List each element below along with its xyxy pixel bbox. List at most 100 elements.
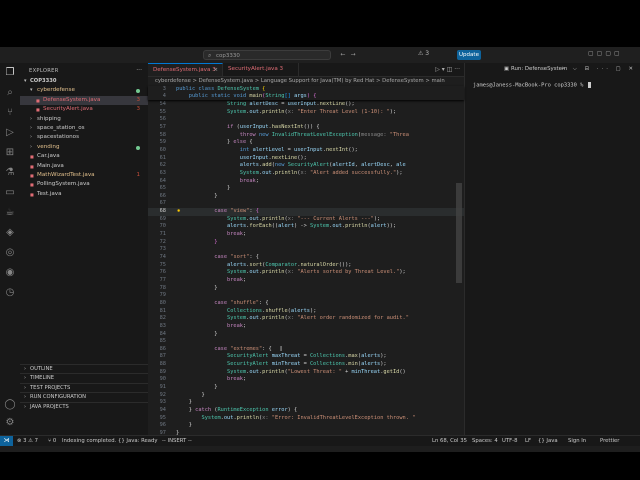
copilot-icon[interactable]: ◎ — [4, 247, 16, 259]
code-line[interactable]: 85 — [148, 338, 464, 346]
problems-indicator[interactable]: ⊗ 3 ⚠ 7 — [17, 436, 38, 446]
code-line[interactable]: 91 } — [148, 384, 464, 392]
code-line[interactable]: 66 } — [148, 193, 464, 201]
search-icon[interactable]: ⌕ — [4, 87, 16, 99]
code-line[interactable]: 78 } — [148, 285, 464, 293]
code-line[interactable]: 94 } catch (RuntimeException error) { — [148, 407, 464, 415]
command-center-search[interactable]: ⌕ cop3330 — [203, 50, 331, 60]
code-line[interactable]: 80 case "shuffle": { — [148, 300, 464, 308]
tree-file[interactable]: ■ MathWizardTest.java 1 — [20, 171, 148, 180]
tab-securityalert[interactable]: SecurityAlert.java 3 — [223, 63, 299, 76]
code-line[interactable]: 64 break; — [148, 178, 464, 186]
code-line[interactable]: 59 } else { — [148, 139, 464, 147]
tree-file[interactable]: ■ Car.java — [20, 152, 148, 161]
code-line[interactable]: 74 case "sort": { — [148, 254, 464, 262]
sticky-line[interactable]: 4 public static void main(String[] args)… — [148, 93, 464, 101]
code-line[interactable]: 76 System.out.println(x: "Alerts sorted … — [148, 269, 464, 277]
forward-arrow-icon[interactable]: → — [350, 52, 356, 58]
ports-indicator[interactable]: ⚠ 3 — [418, 50, 429, 57]
sidebar-section[interactable]: › JAVA PROJECTS — [20, 401, 148, 412]
explorer-icon[interactable]: ❐ — [4, 67, 16, 79]
tree-file[interactable]: ■ PollingSystem.java — [20, 180, 148, 189]
lightbulb-icon[interactable]: ✹ — [177, 208, 180, 216]
code-line[interactable]: 86 case "extremes": { — [148, 346, 464, 354]
java-status[interactable]: {} Java: Ready — [118, 436, 158, 446]
run-debug-icon[interactable]: ▷ — [4, 127, 16, 139]
code-editor[interactable]: 54 String alertDesc = userInput.nextLine… — [148, 86, 464, 435]
update-button[interactable]: Update — [457, 50, 481, 60]
code-line[interactable]: 65 } — [148, 185, 464, 193]
tree-file[interactable]: ■ SecurityAlert.java 3 — [20, 105, 148, 114]
code-line[interactable]: 69 System.out.println(x: "--- Current Al… — [148, 216, 464, 224]
code-line[interactable]: 89 System.out.println("Lowest Threat: " … — [148, 369, 464, 377]
workspace-root[interactable]: ▾ COP3330 — [20, 77, 148, 86]
editor-scrollbar[interactable] — [456, 183, 462, 283]
remote-icon[interactable]: ⋊ — [0, 436, 13, 446]
remote-explorer-icon[interactable]: ▭ — [4, 187, 16, 199]
cursor-position[interactable]: Ln 68, Col 35 — [432, 436, 467, 446]
sticky-scroll[interactable]: 3 public class DefenseSystem {4 public st… — [148, 86, 464, 100]
more-actions-icon[interactable]: ··· — [136, 67, 142, 74]
code-line[interactable]: 70 alerts.forEach((alert) -> System.out.… — [148, 223, 464, 231]
terminal-actions[interactable]: + ⌵ ⊟ ··· ▢ ✕ — [561, 63, 636, 76]
tree-folder[interactable]: › vending — [20, 143, 148, 152]
testing-icon[interactable]: ⚗ — [4, 167, 16, 179]
java-projects-icon[interactable]: ☕ — [4, 207, 16, 219]
code-line[interactable]: 82 System.out.println(x: "Alert order ra… — [148, 315, 464, 323]
account-icon[interactable]: ◯ — [4, 399, 16, 411]
code-line[interactable]: 57 if (userInput.hasNextInt()) { — [148, 124, 464, 132]
code-line[interactable]: 77 break; — [148, 277, 464, 285]
code-line[interactable]: 58 throw new InvalidThreatLevelException… — [148, 132, 464, 140]
code-line[interactable]: 96 } — [148, 422, 464, 430]
tree-folder[interactable]: › spacestationos — [20, 133, 148, 142]
code-line[interactable]: 90 break; — [148, 376, 464, 384]
terminal-prompt[interactable]: james@Janess-MacBook-Pro cop3330 % — [473, 82, 591, 89]
tree-folder[interactable]: ▾ cyberdefense — [20, 86, 148, 95]
code-line[interactable]: 60 int alertLevel = userInput.nextInt(); — [148, 147, 464, 155]
tree-file[interactable]: ■ Main.java — [20, 162, 148, 171]
end-of-line[interactable]: LF — [525, 436, 531, 446]
code-line[interactable]: 79 — [148, 292, 464, 300]
timeline-icon[interactable]: ◷ — [4, 287, 16, 299]
code-line[interactable]: 92 } — [148, 392, 464, 400]
source-control-icon[interactable]: ⑂ — [4, 107, 16, 119]
tree-file[interactable]: ■ Test.java — [20, 190, 148, 199]
code-line[interactable]: 54 String alertDesc = userInput.nextLine… — [148, 101, 464, 109]
code-line[interactable]: 81 Collections.shuffle(alerts); — [148, 308, 464, 316]
layout-controls[interactable]: ▢▢▢▢ — [588, 50, 623, 57]
code-line[interactable]: 75 alerts.sort(Comparator.naturalOrder()… — [148, 262, 464, 270]
code-line[interactable]: 55 System.out.println(x: "Enter Threat L… — [148, 109, 464, 117]
terminal-title[interactable]: Run: DefenseSystem — [511, 63, 567, 76]
indentation[interactable]: Spaces: 4 — [472, 436, 498, 446]
code-line[interactable]: 71 break; — [148, 231, 464, 239]
code-line[interactable]: 87 SecurityAlert maxThreat = Collections… — [148, 353, 464, 361]
tab-defensesystem[interactable]: DefenseSystem.java 3 × — [148, 63, 223, 76]
tree-folder[interactable]: › space_station_os — [20, 124, 148, 133]
editor-actions[interactable]: ▷ ▾ ◫ ··· — [435, 63, 460, 76]
ports-forwarded[interactable]: ⑂ 0 — [48, 436, 56, 446]
containers-icon[interactable]: ◈ — [4, 227, 16, 239]
language-mode[interactable]: {} Java — [538, 436, 558, 446]
settings-gear-icon[interactable]: ⚙ — [4, 417, 16, 429]
gitlens-icon[interactable]: ◉ — [4, 267, 16, 279]
code-line[interactable]: 88 SecurityAlert minThreat = Collections… — [148, 361, 464, 369]
tree-file[interactable]: ■ DefenseSystem.java 3 — [20, 95, 148, 106]
code-line[interactable]: 83 break; — [148, 323, 464, 331]
code-line[interactable]: 63 System.out.println(x: "Alert added su… — [148, 170, 464, 178]
code-line[interactable]: 61 userInput.nextLine(); — [148, 155, 464, 163]
code-line[interactable]: 56 — [148, 116, 464, 124]
code-line[interactable]: 68 case "view": {✹ — [148, 208, 464, 216]
encoding[interactable]: UTF-8 — [502, 436, 517, 446]
sign-in[interactable]: Sign In — [568, 436, 586, 446]
code-line[interactable]: 93 } — [148, 399, 464, 407]
prettier-status[interactable]: Prettier — [600, 436, 619, 446]
breadcrumb[interactable]: cyberdefense > DefenseSystem.java > Lang… — [148, 76, 464, 86]
back-arrow-icon[interactable]: ← — [340, 52, 346, 58]
tree-folder[interactable]: › shipping — [20, 115, 148, 124]
code-line[interactable]: 95 System.out.println(x: "Error: Invalid… — [148, 415, 464, 423]
extensions-icon[interactable]: ⊞ — [4, 147, 16, 159]
code-line[interactable]: 67 — [148, 200, 464, 208]
code-line[interactable]: 72 } — [148, 239, 464, 247]
code-line[interactable]: 73 — [148, 246, 464, 254]
code-line[interactable]: 84 } — [148, 331, 464, 339]
